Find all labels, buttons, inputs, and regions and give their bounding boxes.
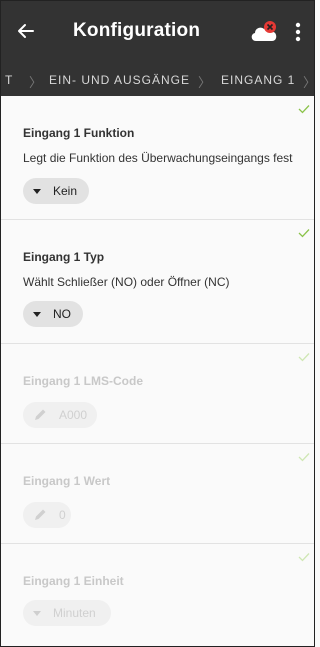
breadcrumb-item-prev[interactable]: T bbox=[5, 73, 13, 87]
type-dropdown[interactable]: NO bbox=[23, 301, 83, 327]
settings-list: Eingang 1 Funktion Legt die Funktion des… bbox=[1, 96, 314, 646]
setting-label: Eingang 1 Wert bbox=[23, 474, 111, 488]
dropdown-value: Minuten bbox=[53, 606, 96, 620]
setting-description: Wählt Schließer (NO) oder Öffner (NC) bbox=[23, 275, 230, 289]
check-icon bbox=[298, 453, 310, 462]
dropdown-caret-icon bbox=[33, 311, 41, 317]
cloud-error-icon[interactable] bbox=[249, 19, 279, 45]
breadcrumb-separator-icon: 〉 bbox=[198, 75, 213, 90]
breadcrumb-separator-icon: 〉 bbox=[303, 72, 314, 91]
breadcrumb-item-io[interactable]: EIN- UND AUSGÄNGE bbox=[49, 73, 190, 87]
breadcrumb-separator-icon: 〉 bbox=[29, 75, 44, 90]
dropdown-value: Kein bbox=[53, 184, 78, 198]
function-dropdown[interactable]: Kein bbox=[23, 178, 89, 204]
breadcrumb: T 〉 EIN- UND AUSGÄNGE 〉 EINGANG 1 〉 bbox=[1, 63, 314, 96]
check-icon bbox=[298, 229, 310, 238]
field-value: A000 bbox=[59, 408, 88, 422]
back-arrow-icon[interactable] bbox=[13, 18, 39, 44]
setting-label: Eingang 1 Typ bbox=[23, 250, 105, 264]
dropdown-caret-icon bbox=[33, 610, 41, 616]
more-vert-icon[interactable] bbox=[293, 19, 303, 45]
pencil-icon bbox=[33, 408, 47, 422]
check-icon bbox=[298, 353, 310, 362]
setting-label: Eingang 1 LMS-Code bbox=[23, 374, 143, 388]
unit-dropdown[interactable]: Minuten bbox=[23, 600, 111, 626]
breadcrumb-item-input1[interactable]: EINGANG 1 bbox=[221, 73, 295, 87]
setting-label: Eingang 1 Funktion bbox=[23, 126, 135, 140]
setting-description: Legt die Funktion des Überwachungseingan… bbox=[23, 151, 293, 165]
check-icon bbox=[298, 105, 310, 114]
setting-input1-value: Eingang 1 Wert 0 bbox=[1, 444, 314, 544]
app-frame: Konfiguration T 〉 EIN- UND AUSGÄNGE 〉 EI… bbox=[0, 0, 315, 647]
check-icon bbox=[298, 553, 310, 562]
setting-input1-function: Eingang 1 Funktion Legt die Funktion des… bbox=[1, 96, 314, 220]
pencil-icon bbox=[33, 508, 47, 522]
lms-code-field[interactable]: A000 bbox=[23, 402, 97, 428]
dropdown-value: NO bbox=[53, 307, 71, 321]
field-value: 0 bbox=[59, 508, 66, 522]
setting-label: Eingang 1 Einheit bbox=[23, 574, 124, 588]
setting-input1-unit: Eingang 1 Einheit Minuten bbox=[1, 544, 314, 646]
value-field[interactable]: 0 bbox=[23, 502, 71, 528]
dropdown-caret-icon bbox=[33, 188, 41, 194]
page-title: Konfiguration bbox=[73, 20, 201, 41]
setting-input1-lms-code: Eingang 1 LMS-Code A000 bbox=[1, 344, 314, 444]
app-bar: Konfiguration bbox=[1, 1, 314, 63]
setting-input1-type: Eingang 1 Typ Wählt Schließer (NO) oder … bbox=[1, 220, 314, 344]
